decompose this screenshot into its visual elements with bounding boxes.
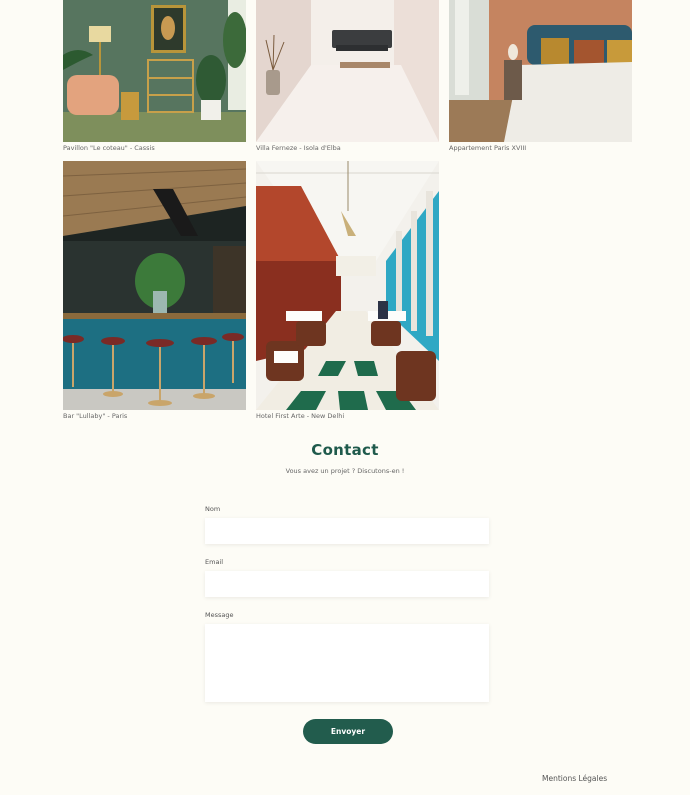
gallery-image-bar[interactable] [63,161,246,410]
message-label: Message [205,611,234,619]
name-field[interactable] [205,518,489,544]
email-field[interactable] [205,571,489,597]
message-field[interactable] [205,624,489,702]
email-label: Email [205,558,224,566]
gallery-image-appartement[interactable] [449,0,632,142]
gallery-image-villa[interactable] [256,0,439,142]
gallery-caption: Pavillon "Le coteau" - Cassis [63,144,155,152]
send-button[interactable]: Envoyer [303,719,393,744]
contact-subtitle: Vous avez un projet ? Discutons-en ! [285,467,405,475]
contact-title: Contact [311,441,379,459]
gallery-image-hotel[interactable] [256,161,439,410]
gallery-caption: Appartement Paris XVIII [449,144,527,152]
gallery-image-pavillon[interactable] [63,0,246,142]
gallery-caption: Bar "Lullaby" - Paris [63,412,128,420]
name-label: Nom [205,505,221,513]
gallery-caption: Villa Ferneze - Isola d'Elba [256,144,341,152]
legal-notice-link[interactable]: Mentions Légales [542,774,607,783]
gallery-caption: Hotel First Arte - New Delhi [256,412,345,420]
